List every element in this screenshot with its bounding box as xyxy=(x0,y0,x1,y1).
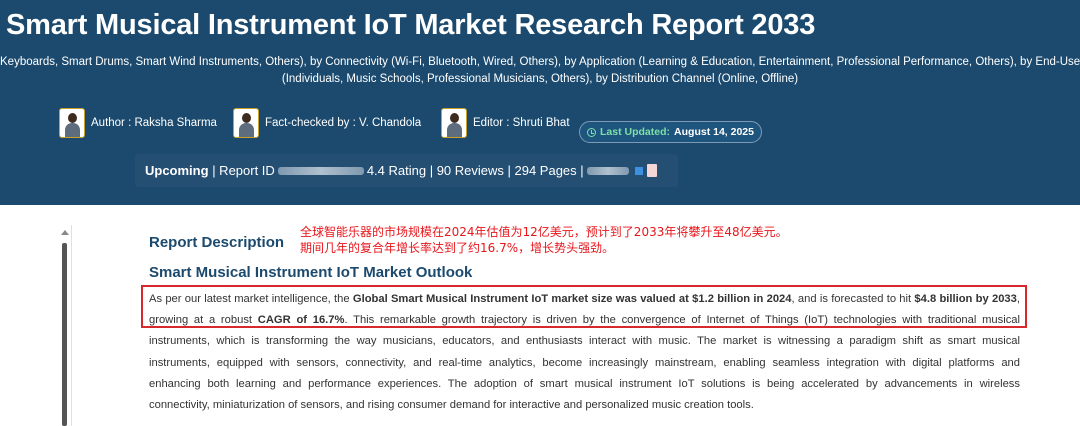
fact-checker-credit[interactable]: Fact-checked by : V. Chandola xyxy=(233,108,421,138)
text-run: growing at a robust xyxy=(149,314,258,327)
paragraph-line: instruments, equipped with sensors, conn… xyxy=(149,356,1020,369)
format-icon xyxy=(634,166,643,175)
forecast-highlight: $4.8 billion by 2033 xyxy=(914,293,1017,305)
redacted-format xyxy=(586,166,629,175)
paragraph-line: growing at a robust CAGR of 16.7%. This … xyxy=(149,310,1020,331)
author-credit[interactable]: Author : Raksha Sharma xyxy=(59,108,217,138)
cagr-highlight: CAGR of 16.7% xyxy=(257,314,345,327)
fact-checker-name[interactable]: Fact-checked by : V. Chandola xyxy=(265,117,421,129)
author-name[interactable]: Author : Raksha Sharma xyxy=(91,117,217,129)
annotation-line: 期间几年的复合年增长率达到了约16.7%，增长势头强劲。 xyxy=(300,240,615,255)
text-run: . This remarkable growth trajectory is d… xyxy=(344,314,1021,327)
report-pages: | 294 Pages | xyxy=(507,163,584,178)
market-size-highlight: Global Smart Musical Instrument IoT mark… xyxy=(352,293,792,305)
section-heading: Report Description xyxy=(149,234,285,251)
scrollbar-thumb[interactable] xyxy=(62,243,67,426)
report-meta-bar: Upcoming | Report ID 4.4 Rating | 90 Rev… xyxy=(135,154,678,187)
page-title: Smart Musical Instrument IoT Market Rese… xyxy=(6,9,816,41)
text-run: , xyxy=(1016,293,1020,305)
fact-checker-avatar xyxy=(233,108,259,138)
last-updated-badge: Last Updated: August 14, 2025 xyxy=(579,121,762,143)
subtitle-line: (Individuals, Music Schools, Professiona… xyxy=(281,73,799,85)
report-header: Smart Musical Instrument IoT Market Rese… xyxy=(0,0,1080,205)
report-reviews: | 90 Reviews xyxy=(429,163,504,178)
paragraph-line: connectivity, miniaturization of sensors… xyxy=(149,399,754,412)
report-paragraph: As per our latest market intelligence, t… xyxy=(149,289,1020,416)
report-id-label: | Report ID xyxy=(212,163,275,178)
scroll-up-arrow[interactable] xyxy=(61,230,69,235)
last-updated-date: August 14, 2025 xyxy=(674,126,754,138)
annotation-note: 全球智能乐器的市场规模在2024年估值为12亿美元，预计到了2033年将攀升至4… xyxy=(300,225,788,256)
text-run: , and is forecasted to hit xyxy=(791,293,915,305)
annotation-line: 全球智能乐器的市场规模在2024年估值为12亿美元，预计到了2033年将攀升至4… xyxy=(300,225,788,239)
report-status: Upcoming xyxy=(145,163,209,178)
report-subtitle: Keyboards, Smart Drums, Smart Wind Instr… xyxy=(0,54,1080,88)
redacted-report-id xyxy=(277,166,364,175)
editor-avatar xyxy=(441,108,467,138)
paragraph-line: As per our latest market intelligence, t… xyxy=(149,289,1020,310)
editor-name[interactable]: Editor : Shruti Bhat xyxy=(473,117,570,129)
last-updated-label: Last Updated: xyxy=(600,126,671,138)
outlook-heading: Smart Musical Instrument IoT Market Outl… xyxy=(149,264,473,281)
report-rating: 4.4 Rating xyxy=(366,163,427,178)
subtitle-line: Keyboards, Smart Drums, Smart Wind Instr… xyxy=(0,56,1080,68)
pdf-icon xyxy=(646,164,657,177)
text-run: As per our latest market intelligence, t… xyxy=(149,293,353,305)
editor-credit[interactable]: Editor : Shruti Bhat xyxy=(441,108,570,138)
author-avatar xyxy=(59,108,85,138)
paragraph-line: enhancing both learning and performance … xyxy=(149,377,1020,390)
paragraph-line: instruments, which is transforming the w… xyxy=(149,335,1020,348)
clock-icon xyxy=(587,127,597,137)
